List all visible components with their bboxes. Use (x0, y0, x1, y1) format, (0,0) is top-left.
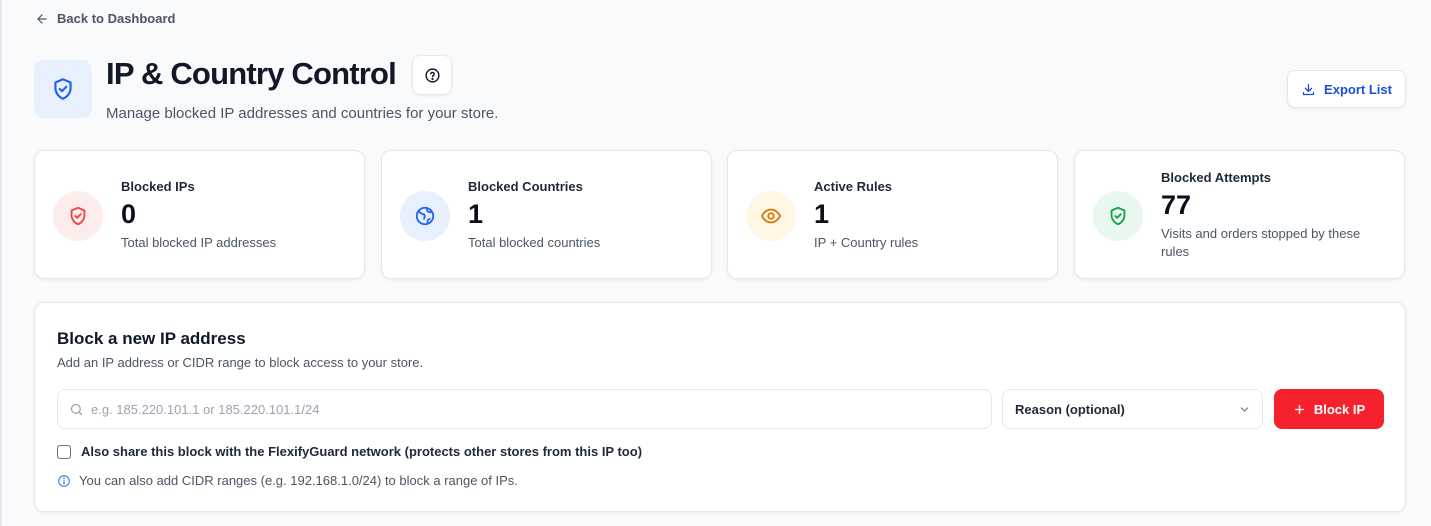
stat-description: Total blocked countries (468, 235, 601, 250)
stat-value: 1 (468, 199, 484, 229)
plus-icon (1294, 404, 1304, 414)
stat-description: Visits and orders stopped by these rules (1161, 226, 1361, 259)
export-list-button[interactable]: Export List (1287, 70, 1406, 108)
stat-label: Active Rules (814, 179, 893, 194)
stat-icon-wrap (400, 191, 450, 241)
stat-icon-wrap (53, 191, 103, 241)
share-network-row: Also share this block with the FlexifyGu… (57, 444, 642, 459)
reason-select-value: Reason (optional) (1015, 401, 1125, 417)
help-circle-icon (424, 67, 440, 83)
shield-check-icon (54, 78, 72, 100)
stat-label: Blocked Countries (468, 179, 583, 194)
stat-value: 77 (1161, 190, 1192, 220)
page-subtitle: Manage blocked IP addresses and countrie… (106, 105, 499, 122)
page-title: IP & Country Control (106, 56, 397, 91)
stat-description: IP + Country rules (814, 235, 919, 250)
stat-label: Blocked IPs (121, 179, 195, 194)
stat-description: Total blocked IP addresses (121, 235, 277, 250)
cidr-info-row: You can also add CIDR ranges (e.g. 192.1… (57, 473, 518, 488)
share-network-checkbox[interactable] (57, 444, 71, 459)
stat-card-blocked-countries: Blocked Countries 1 Total blocked countr… (381, 150, 712, 279)
panel-title: Block a new IP address (57, 329, 246, 348)
eye-icon (760, 208, 782, 224)
back-to-dashboard-link[interactable]: Back to Dashboard (35, 11, 175, 26)
shield-icon (70, 206, 86, 226)
help-button[interactable] (412, 55, 452, 95)
stat-value: 0 (121, 199, 137, 229)
search-icon (70, 403, 83, 416)
stat-icon-wrap (1093, 191, 1143, 241)
back-link-label: Back to Dashboard (57, 11, 176, 26)
reason-select[interactable]: Reason (optional) (1002, 389, 1263, 429)
globe-icon (415, 206, 435, 226)
stat-card-blocked-attempts: Blocked Attempts 77 Visits and orders st… (1074, 150, 1405, 279)
block-ip-panel: Block a new IP address Add an IP address… (34, 302, 1406, 512)
stat-icon-wrap (746, 191, 796, 241)
info-icon (58, 474, 70, 487)
export-button-label: Export List (1324, 81, 1392, 97)
share-network-label[interactable]: Also share this block with the FlexifyGu… (81, 444, 642, 459)
block-ip-button-label: Block IP (1313, 401, 1366, 417)
block-ip-button[interactable]: Block IP (1274, 389, 1384, 429)
download-icon (1302, 83, 1315, 95)
panel-description: Add an IP address or CIDR range to block… (57, 355, 424, 370)
stat-label: Blocked Attempts (1161, 170, 1272, 185)
shield-check-icon (1110, 206, 1126, 226)
stat-card-blocked-ips: Blocked IPs 0 Total blocked IP addresses (34, 150, 365, 279)
chevron-down-icon (1240, 407, 1249, 412)
stat-value: 1 (814, 199, 830, 229)
ip-input-wrapper (57, 389, 992, 429)
ip-country-control-page: Back to Dashboard IP & Country Control M… (0, 0, 1431, 526)
arrow-left-icon (37, 13, 47, 24)
cidr-info-text: You can also add CIDR ranges (e.g. 192.1… (79, 473, 518, 488)
ip-address-input[interactable] (91, 390, 981, 428)
stat-card-active-rules: Active Rules 1 IP + Country rules (727, 150, 1058, 279)
header-shield-icon-box (34, 60, 92, 118)
